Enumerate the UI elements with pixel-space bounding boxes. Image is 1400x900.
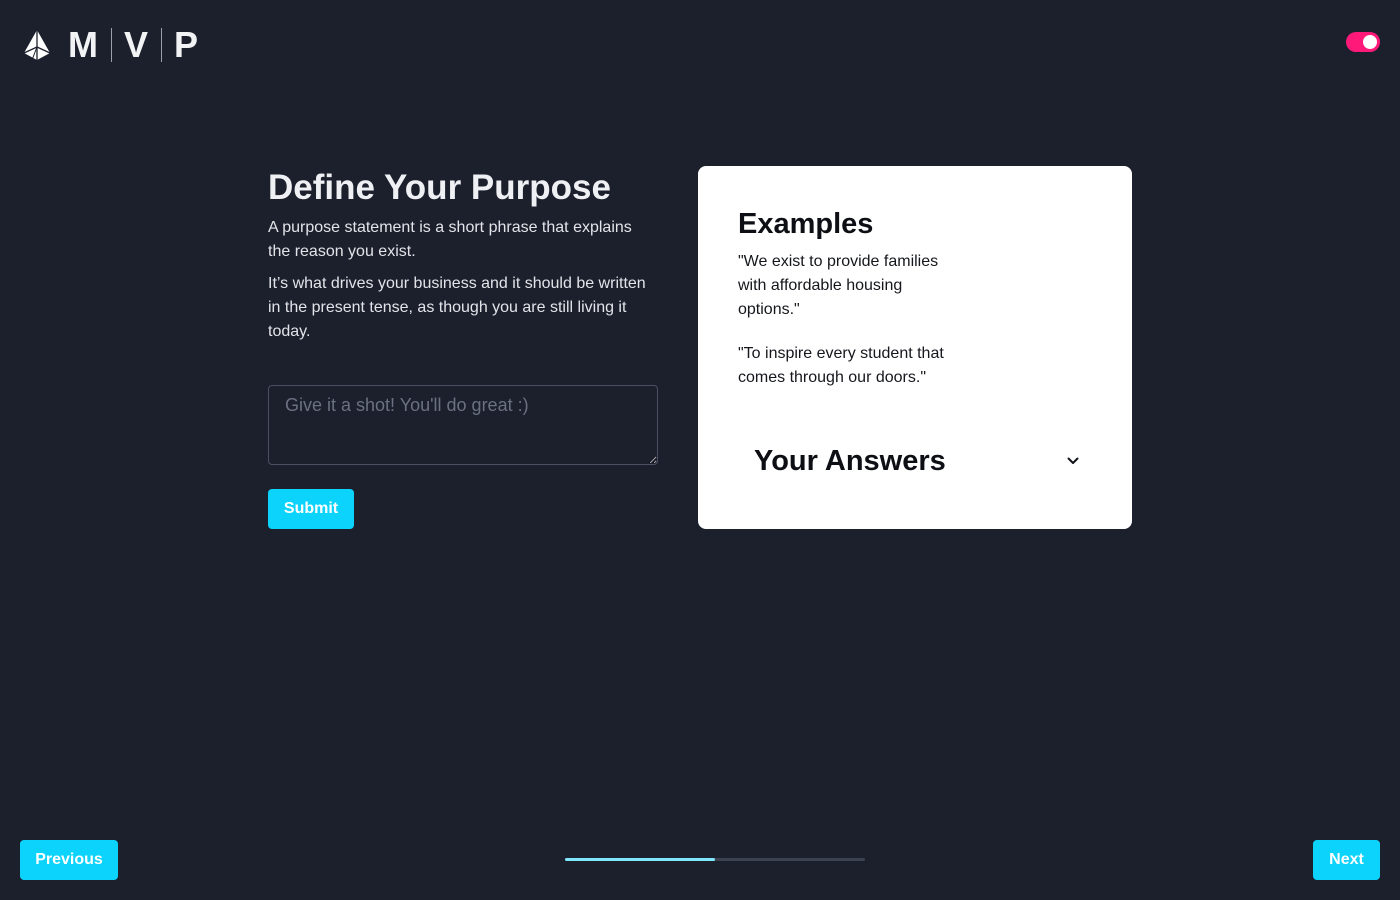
purpose-intro: Define Your Purpose A purpose statement … (268, 166, 658, 344)
logo-divider (111, 28, 112, 62)
page-title: Define Your Purpose (268, 168, 611, 207)
purpose-input[interactable] (268, 385, 658, 465)
example-quote: "We exist to provide families with affor… (738, 253, 939, 318)
your-answers-title: Your Answers (754, 444, 946, 477)
logo-letter: M (68, 24, 99, 65)
logo-letter: P (174, 24, 200, 65)
logo-wordmark: M V P (68, 26, 199, 64)
your-answers-accordion[interactable]: Your Answers (754, 441, 1080, 481)
intro-paragraph: It’s what drives your business and it sh… (268, 275, 646, 340)
header: M V P (0, 0, 1400, 90)
examples-card: Examples "We exist to provide families w… (698, 166, 1132, 529)
toggle-knob (1363, 35, 1377, 49)
intro-paragraph: A purpose statement is a short phrase th… (268, 219, 632, 260)
examples-title: Examples (738, 208, 874, 240)
logo-letter: V (124, 24, 150, 65)
logo-gem-icon (23, 30, 51, 61)
previous-button[interactable]: Previous (20, 840, 118, 880)
progress-fill (565, 858, 715, 861)
example-quote: "To inspire every student that comes thr… (738, 345, 944, 386)
logo[interactable]: M V P (22, 26, 199, 64)
progress-bar (565, 858, 865, 861)
next-button[interactable]: Next (1313, 840, 1380, 880)
logo-divider (161, 28, 163, 62)
theme-toggle[interactable] (1346, 32, 1380, 52)
chevron-down-icon[interactable] (1066, 454, 1080, 468)
submit-button[interactable]: Submit (268, 489, 354, 529)
